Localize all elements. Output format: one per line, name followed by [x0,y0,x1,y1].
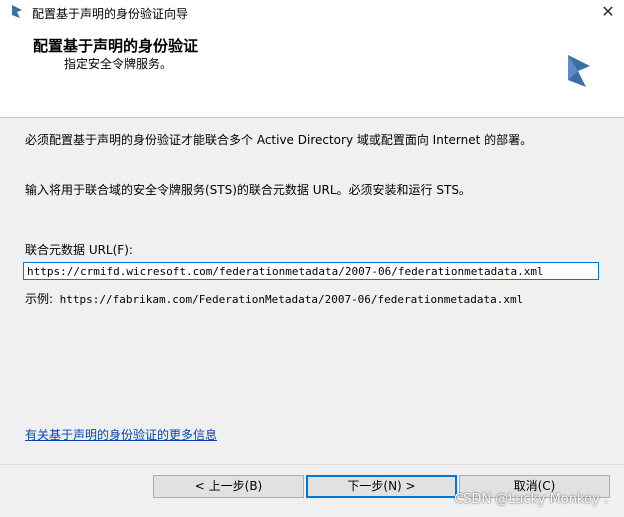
federation-metadata-url-input[interactable] [23,262,599,280]
title-bar: 配置基于声明的身份验证向导 ✕ [0,0,624,26]
close-icon[interactable]: ✕ [592,0,624,26]
page-title: 配置基于声明的身份验证 [33,37,199,55]
window-title: 配置基于声明的身份验证向导 [32,7,189,21]
example-label: 示例: [25,292,54,306]
wizard-header: 配置基于声明的身份验证 指定安全令牌服务。 [0,26,624,118]
page-subtitle: 指定安全令牌服务。 [64,57,173,71]
instruction-text: 输入将用于联合域的安全令牌服务(STS)的联合元数据 URL。必须安装和运行 S… [25,183,471,197]
wizard-footer: < 上一步(B) 下一步(N) > 取消(C) CSDN @Lucky Monk… [0,464,624,517]
example-text: 示例: https://fabrikam.com/FederationMetad… [25,290,523,307]
example-url: https://fabrikam.com/FederationMetadata/… [59,293,524,306]
next-button[interactable]: 下一步(N) > [306,475,457,498]
more-info-link[interactable]: 有关基于声明的身份验证的更多信息 [25,426,217,443]
watermark: CSDN @Lucky Monkey . [454,492,608,507]
back-button[interactable]: < 上一步(B) [153,475,304,498]
dynamics-brand-icon [568,55,590,87]
intro-text: 必须配置基于声明的身份验证才能联合多个 Active Directory 域或配… [25,133,533,147]
url-label: 联合元数据 URL(F): [25,243,133,257]
dynamics-logo-icon [12,5,22,18]
wizard-content: 必须配置基于声明的身份验证才能联合多个 Active Directory 域或配… [0,118,624,464]
